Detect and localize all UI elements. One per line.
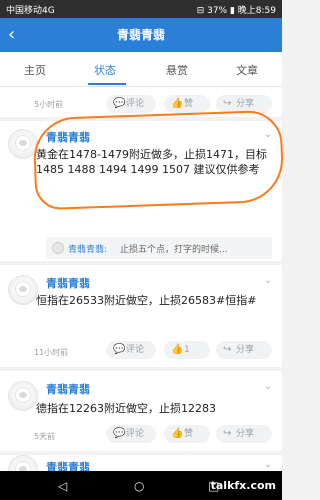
- thumbs-up-icon: 👍: [171, 428, 184, 439]
- page-title: 青翡青翡: [116, 28, 165, 42]
- avatar[interactable]: [8, 275, 38, 305]
- like-button[interactable]: 👍 1: [164, 341, 210, 359]
- tab-home[interactable]: 主页: [24, 62, 46, 78]
- comment-button[interactable]: 💬 评论: [106, 425, 156, 443]
- thumbs-up-icon: 👍: [171, 98, 184, 109]
- feed-card-post2: 青翡青翡 ⌄ 恒指在26533附近做空，止损26583#恒指# 11小时前 💬 …: [0, 265, 282, 367]
- tab-bounty[interactable]: 悬赏: [166, 62, 188, 78]
- post-text: 黄金在1478-1479附近做多，止损1471，目标1485 1488 1494…: [36, 148, 267, 176]
- comment-icon: 💬: [113, 428, 126, 439]
- feed-card-post4: 青翡青翡 ⌄: [0, 455, 282, 471]
- active-tab-indicator: [88, 83, 126, 85]
- share-button[interactable]: ↪ 分享: [216, 95, 272, 113]
- post-actions: 💬 评论 👍 赞 ↪ 分享: [106, 425, 276, 443]
- status-left: 中国移动4G: [6, 6, 55, 16]
- author-name[interactable]: 青翡青翡: [46, 275, 90, 291]
- tab-articles[interactable]: 文章: [236, 62, 258, 78]
- chevron-down-icon[interactable]: ⌄: [264, 381, 272, 392]
- chevron-down-icon[interactable]: ⌄: [264, 459, 272, 470]
- avatar[interactable]: [8, 129, 38, 159]
- post-time: 11小时前: [34, 348, 69, 357]
- share-button[interactable]: ↪ 分享: [216, 341, 272, 359]
- comment-button[interactable]: 💬 评论: [106, 95, 156, 113]
- thumbs-up-icon: 👍: [171, 344, 184, 355]
- avatar[interactable]: [8, 381, 38, 411]
- comment-icon: 💬: [113, 344, 126, 355]
- feed-card-post3: 青翡青翡 ⌄ 德指在12263附近做空，止损12283 5天前 💬 评论 👍 赞…: [0, 371, 282, 451]
- tab-status[interactable]: 状态: [94, 62, 116, 78]
- post-text: 德指在12263附近做空，止损12283: [36, 402, 216, 415]
- reply-preview[interactable]: 青翡青翡: 止损五个点，打字的时候...: [46, 237, 272, 259]
- post-text: 恒指在26533附近做空，止损26583#恒指#: [36, 294, 257, 307]
- share-button[interactable]: ↪ 分享: [216, 425, 272, 443]
- author-name[interactable]: 青翡青翡: [46, 381, 90, 397]
- comment-icon: 💬: [113, 98, 126, 109]
- like-button[interactable]: 👍 赞: [164, 425, 210, 443]
- watermark-text: talkfx.com: [210, 479, 276, 492]
- feed-card-top: 5小时前 💬 评论 👍 赞 ↪ 分享: [0, 87, 282, 117]
- like-button[interactable]: 👍 赞: [164, 95, 210, 113]
- status-feed: 5小时前 💬 评论 👍 赞 ↪ 分享 青翡青翡 ⌄ 黄金在1478-1479附近…: [0, 87, 282, 471]
- status-bar: 中国移动4G ⊟ 37% ▮ 晚上8:59: [0, 0, 282, 18]
- share-icon: ↪: [223, 98, 232, 109]
- chevron-down-icon[interactable]: ⌄: [264, 275, 272, 286]
- feed-card-post1: 青翡青翡 ⌄ 黄金在1478-1479附近做多，止损1471，目标1485 14…: [0, 121, 282, 261]
- author-name[interactable]: 青翡青翡: [46, 459, 90, 471]
- reply-author: 青翡青翡:: [68, 245, 108, 255]
- chevron-down-icon[interactable]: ⌄: [264, 129, 272, 140]
- top-app-bar: ‹ 青翡青翡: [0, 18, 282, 52]
- profile-tabs: 主页 状态 悬赏 文章: [0, 52, 282, 87]
- avatar[interactable]: [8, 455, 38, 471]
- reply-text: 止损五个点，打字的时候...: [120, 245, 228, 255]
- share-icon: ↪: [223, 344, 232, 355]
- reply-avatar: [52, 242, 64, 254]
- post-actions: 💬 评论 👍 1 ↪ 分享: [106, 341, 276, 359]
- back-nav-icon[interactable]: ◁: [58, 479, 67, 493]
- author-name[interactable]: 青翡青翡: [46, 129, 90, 145]
- status-right: ⊟ 37% ▮ 晚上8:59: [196, 6, 276, 16]
- share-icon: ↪: [223, 428, 232, 439]
- home-nav-icon[interactable]: ○: [134, 479, 144, 493]
- post-time: 5小时前: [34, 100, 64, 109]
- post-time: 5天前: [34, 432, 56, 441]
- post-actions: 💬 评论 👍 赞 ↪ 分享: [106, 95, 276, 113]
- comment-button[interactable]: 💬 评论: [106, 341, 156, 359]
